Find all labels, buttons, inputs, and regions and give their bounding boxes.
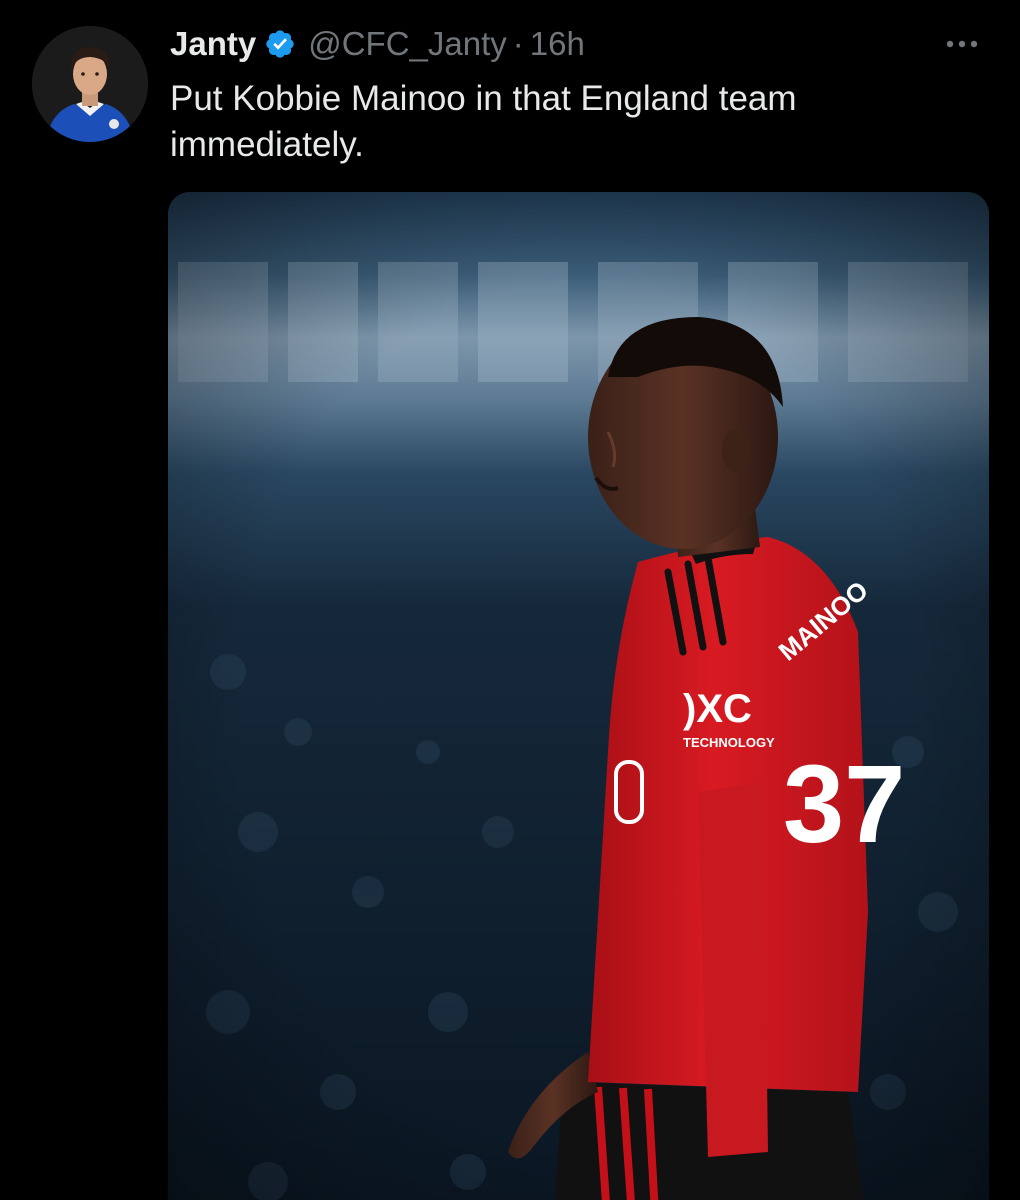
tweet-header: Janty @CFC_Janty · 16h <box>170 20 990 68</box>
tweet: Janty @CFC_Janty · 16h Put Kobbie Mainoo… <box>0 0 1020 1200</box>
verified-badge-icon <box>264 28 296 60</box>
more-options-icon[interactable] <box>940 26 984 62</box>
separator-dot: · <box>512 25 524 62</box>
tweet-text: Put Kobbie Mainoo in that England team i… <box>170 79 797 164</box>
svg-text:)XC: )XC <box>683 687 752 731</box>
shirt-number: 37 <box>783 743 905 866</box>
shirt-sponsor-text: TECHNOLOGY <box>683 735 775 750</box>
tweet-body: Janty @CFC_Janty · 16h Put Kobbie Mainoo… <box>170 20 990 168</box>
shirt-sponsor-logo: )XC <box>683 687 752 731</box>
timestamp[interactable]: 16h <box>530 20 585 68</box>
tweet-photo[interactable]: )XC TECHNOLOGY 37 MAINOO <box>168 192 989 1200</box>
avatar[interactable] <box>32 26 148 142</box>
author-handle[interactable]: @CFC_Janty <box>308 20 507 68</box>
author-display-name[interactable]: Janty <box>170 20 256 68</box>
